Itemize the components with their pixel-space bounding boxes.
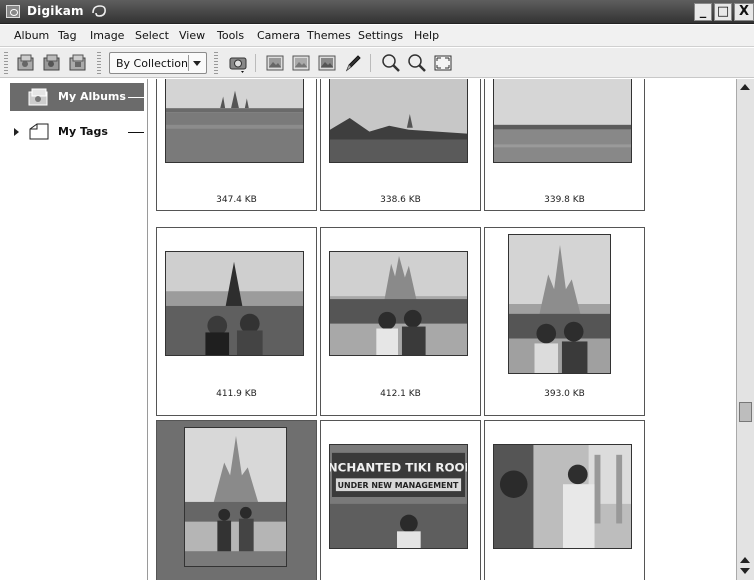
album-folder-icon [28, 88, 48, 106]
dropdown-arrow-icon[interactable] [188, 55, 204, 71]
thumbnail-grid: 347.4 KB 338.6 KB 339.8 KB 411.9 KB 412.… [149, 79, 735, 580]
toolbar-handle-3[interactable] [214, 52, 218, 74]
thumbnail-image[interactable] [184, 427, 287, 567]
thumbnail-item[interactable]: 393.0 KB [484, 227, 645, 416]
sidebar-item-label: My Tags [58, 125, 108, 138]
thumbnail-item[interactable] [156, 420, 317, 580]
zoom-out-icon[interactable] [406, 52, 428, 74]
file-size: 412.1 KB [380, 389, 421, 399]
scroll-up-arrow-icon[interactable] [740, 84, 750, 90]
menu-camera[interactable]: Camera [257, 29, 300, 42]
thumbnail-image[interactable] [493, 444, 632, 549]
menu-tag[interactable]: Tag [58, 29, 77, 42]
close-button[interactable]: X [734, 3, 754, 21]
thumbnail-item[interactable]: 338.6 KB [320, 79, 481, 211]
album-properties-icon[interactable] [67, 52, 89, 74]
sort-select-value: By Collection [116, 57, 188, 70]
thumbnail-image[interactable] [165, 251, 304, 356]
menu-select[interactable]: Select [135, 29, 169, 42]
menu-view[interactable]: View [179, 29, 205, 42]
thumbnail-image[interactable] [508, 234, 611, 374]
thumbnail-image[interactable]: ENCHANTED TIKI ROOM UNDER NEW MANAGEMENT [329, 444, 468, 549]
thumbnail-item[interactable]: 412.1 KB [320, 227, 481, 416]
thumbnail-image[interactable] [329, 251, 468, 356]
menu-themes[interactable]: Themes [307, 29, 351, 42]
pencil-icon[interactable] [342, 52, 364, 74]
window-title: Digikam [27, 4, 84, 18]
tag-folder-icon [29, 123, 49, 140]
toolbar-handle[interactable] [4, 52, 8, 74]
tree-connector [128, 132, 144, 133]
edit-image-icon[interactable] [290, 52, 312, 74]
menu-bar: Album Tag Image Select View Tools Camera… [0, 25, 754, 47]
fullscreen-icon[interactable] [432, 52, 454, 74]
scroll-down-arrow-icon[interactable] [740, 568, 750, 574]
app-icon [6, 5, 20, 18]
thumbnail-item[interactable]: 339.8 KB [484, 79, 645, 211]
menu-help[interactable]: Help [414, 29, 439, 42]
menu-tools[interactable]: Tools [217, 29, 244, 42]
new-album-icon[interactable] [15, 52, 37, 74]
thumbnail-image[interactable] [165, 79, 304, 163]
scroll-up-arrow-icon-2[interactable] [740, 557, 750, 563]
thumbnail-item[interactable]: ENCHANTED TIKI ROOM UNDER NEW MANAGEMENT [320, 420, 481, 580]
file-size: 347.4 KB [216, 195, 257, 205]
camera-icon[interactable] [227, 52, 249, 74]
image-properties-icon[interactable] [316, 52, 338, 74]
scrollbar-thumb[interactable] [739, 402, 752, 422]
svg-text:UNDER NEW MANAGEMENT: UNDER NEW MANAGEMENT [338, 481, 459, 490]
file-size: 338.6 KB [380, 195, 421, 205]
toolbar-separator [255, 54, 256, 72]
sort-select[interactable]: By Collection [109, 52, 207, 74]
menu-image[interactable]: Image [90, 29, 124, 42]
view-image-icon[interactable] [264, 52, 286, 74]
expand-arrow-icon[interactable] [14, 128, 19, 136]
maximize-button[interactable]: □ [714, 3, 732, 21]
file-size: 411.9 KB [216, 389, 257, 399]
sidebar-item-label: My Albums [58, 90, 126, 103]
menu-album[interactable]: Album [14, 29, 49, 42]
thumbnail-item[interactable]: 411.9 KB [156, 227, 317, 416]
vertical-scrollbar[interactable] [736, 79, 754, 580]
toolbar-handle-2[interactable] [97, 52, 101, 74]
toolbar-separator-2 [370, 54, 371, 72]
tree-connector [128, 97, 144, 98]
thumbnail-item[interactable] [484, 420, 645, 580]
zoom-in-icon[interactable] [380, 52, 402, 74]
thumbnail-image[interactable] [329, 79, 468, 163]
album-tree: My Albums My Tags [0, 79, 148, 580]
thumbnail-item[interactable]: 347.4 KB [156, 79, 317, 211]
title-bar: Digikam _ □ X [0, 0, 754, 24]
thumbnail-image[interactable] [493, 79, 632, 163]
toolbar: By Collection [0, 48, 754, 78]
swirl-icon [92, 5, 106, 17]
file-size: 339.8 KB [544, 195, 585, 205]
menu-settings[interactable]: Settings [358, 29, 403, 42]
delete-album-icon[interactable] [41, 52, 63, 74]
sign-text: ENCHANTED TIKI ROOM [330, 461, 467, 475]
file-size: 393.0 KB [544, 389, 585, 399]
minimize-button[interactable]: _ [694, 3, 712, 21]
sidebar-item-my-tags[interactable]: My Tags [10, 118, 144, 146]
sidebar-item-my-albums[interactable]: My Albums [10, 83, 144, 111]
